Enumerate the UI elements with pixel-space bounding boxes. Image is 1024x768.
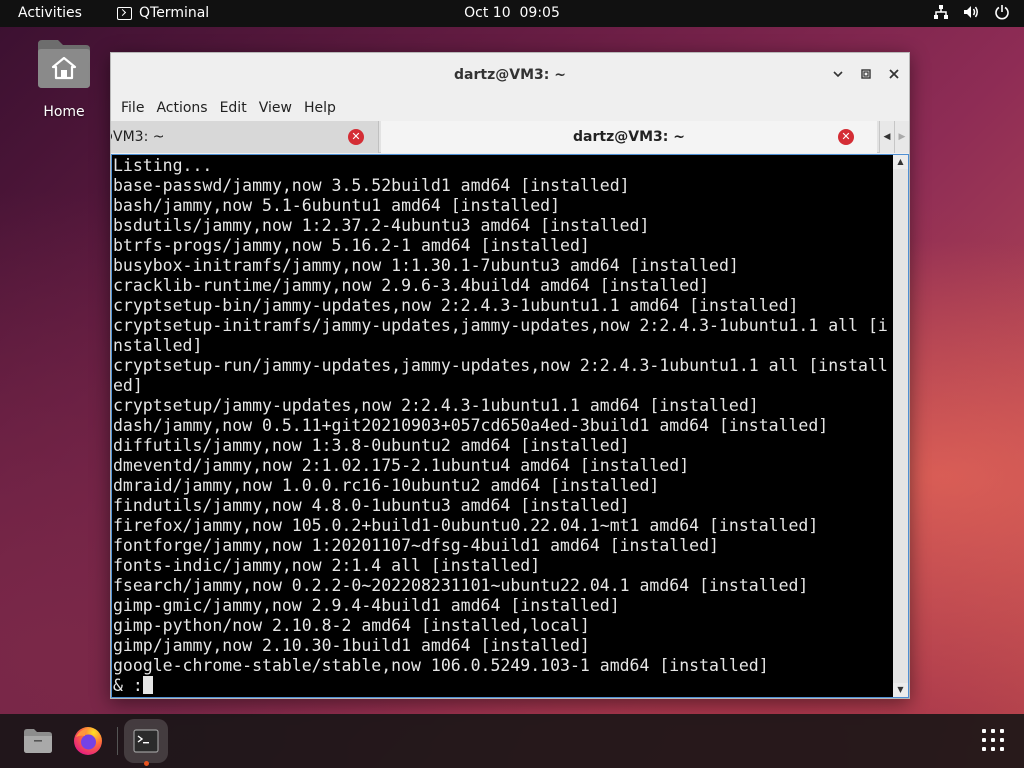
firefox-icon	[74, 727, 102, 755]
tab-inactive[interactable]: @VM3: ~ ✕	[111, 121, 379, 153]
system-tray[interactable]	[933, 4, 1010, 20]
dock-separator	[117, 727, 118, 755]
menu-edit[interactable]: Edit	[220, 97, 255, 121]
terminal-line: bsdutils/jammy,now 1:2.37.2-4ubuntu3 amd…	[113, 216, 650, 235]
tab-label: @VM3: ~	[111, 129, 165, 145]
dock-qterminal[interactable]	[124, 719, 168, 763]
terminal-line: cryptsetup-initramfs/jammy-updates,jammy…	[113, 316, 888, 335]
activities-button[interactable]: Activities	[18, 5, 82, 21]
menu-file[interactable]: File	[121, 97, 152, 121]
clock[interactable]: Oct 10 09:05	[464, 5, 560, 21]
desktop-home-folder[interactable]: Home	[30, 38, 98, 120]
terminal-line: dmraid/jammy,now 1.0.0.rc16-10ubuntu2 am…	[113, 476, 660, 495]
home-label: Home	[43, 104, 85, 120]
window-controls	[831, 67, 901, 81]
qterminal-window: dartz@VM3: ~ File Actions Edit View Help…	[110, 52, 910, 699]
terminal-area[interactable]: Listing... base-passwd/jammy,now 3.5.52bu…	[111, 154, 909, 698]
show-apps-icon[interactable]	[982, 729, 1004, 751]
terminal-line: diffutils/jammy,now 1:3.8-0ubuntu2 amd64…	[113, 436, 630, 455]
terminal-line: dash/jammy,now 0.5.11+git20210903+057cd6…	[113, 416, 829, 435]
menu-actions[interactable]: Actions	[156, 97, 215, 121]
terminal-icon	[117, 6, 132, 20]
menu-help[interactable]: Help	[304, 97, 344, 121]
dock	[0, 714, 1024, 768]
maximize-icon[interactable]	[859, 67, 873, 81]
terminal-line: btrfs-progs/jammy,now 5.16.2-1 amd64 [in…	[113, 236, 590, 255]
terminal-prompt: & :	[113, 676, 893, 696]
terminal-line: findutils/jammy,now 4.8.0-1ubuntu3 amd64…	[113, 496, 630, 515]
terminal-line: nstalled]	[113, 336, 203, 355]
title-bar[interactable]: dartz@VM3: ~	[111, 53, 909, 97]
tab-scroll-buttons: ◀ ▶	[879, 121, 909, 153]
terminal-line: Listing...	[113, 156, 213, 175]
home-folder-icon	[38, 40, 90, 88]
window-title: dartz@VM3: ~	[454, 67, 566, 83]
tab-scroll-left-icon[interactable]: ◀	[879, 121, 894, 153]
terminal-line: bash/jammy,now 5.1-6ubuntu1 amd64 [insta…	[113, 196, 561, 215]
terminal-line: cracklib-runtime/jammy,now 2.9.6-3.4buil…	[113, 276, 710, 295]
tab-scroll-right-icon[interactable]: ▶	[894, 121, 909, 153]
menu-view[interactable]: View	[259, 97, 300, 121]
scroll-down-icon[interactable]: ▼	[893, 683, 908, 697]
app-menu[interactable]: QTerminal	[117, 5, 209, 21]
terminal-line: google-chrome-stable/stable,now 106.0.52…	[113, 656, 769, 675]
terminal-line: fontforge/jammy,now 1:20201107~dfsg-4bui…	[113, 536, 719, 555]
terminal-line: gimp-python/now 2.10.8-2 amd64 [installe…	[113, 616, 590, 635]
scroll-up-icon[interactable]: ▲	[893, 155, 908, 169]
terminal-line: cryptsetup-bin/jammy-updates,now 2:2.4.3…	[113, 296, 799, 315]
terminal-line: base-passwd/jammy,now 3.5.52build1 amd64…	[113, 176, 630, 195]
minimize-icon[interactable]	[831, 67, 845, 81]
terminal-line: fsearch/jammy,now 0.2.2-0~202208231101~u…	[113, 576, 809, 595]
close-icon[interactable]	[887, 67, 901, 81]
power-icon	[995, 5, 1009, 20]
terminal-line: busybox-initramfs/jammy,now 1:1.30.1-7ub…	[113, 256, 739, 275]
tab-label: dartz@VM3: ~	[573, 129, 685, 145]
network-icon	[934, 5, 948, 19]
tab-active[interactable]: dartz@VM3: ~ ✕	[381, 121, 877, 153]
terminal-line: gimp-gmic/jammy,now 2.9.4-4build1 amd64 …	[113, 596, 620, 615]
tab-close-icon[interactable]: ✕	[348, 129, 364, 145]
tab-bar: @VM3: ~ ✕ dartz@VM3: ~ ✕ ◀ ▶	[111, 121, 909, 153]
terminal-line: cryptsetup-run/jammy-updates,jammy-updat…	[113, 356, 888, 375]
terminal-line: dmeventd/jammy,now 2:1.02.175-2.1ubuntu4…	[113, 456, 690, 475]
menu-bar: File Actions Edit View Help	[111, 97, 909, 121]
files-icon	[24, 729, 52, 753]
running-indicator	[144, 761, 149, 766]
terminal-output: Listing... base-passwd/jammy,now 3.5.52bu…	[113, 156, 893, 696]
terminal-line: ed]	[113, 376, 143, 395]
prompt-text: & :	[113, 676, 143, 695]
app-name: QTerminal	[139, 5, 210, 21]
volume-icon	[964, 6, 978, 18]
terminal-icon	[133, 729, 159, 753]
top-bar: Activities QTerminal Oct 10 09:05	[0, 0, 1024, 27]
terminal-line: fonts-indic/jammy,now 2:1.4 all [install…	[113, 556, 541, 575]
terminal-line: cryptsetup/jammy-updates,now 2:2.4.3-1ub…	[113, 396, 759, 415]
vertical-scrollbar[interactable]: ▲ ▼	[893, 155, 908, 697]
text-cursor	[142, 676, 153, 694]
tab-close-icon[interactable]: ✕	[838, 129, 854, 145]
dock-firefox[interactable]	[66, 719, 110, 763]
terminal-line: firefox/jammy,now 105.0.2+build1-0ubuntu…	[113, 516, 819, 535]
dock-files[interactable]	[16, 719, 60, 763]
terminal-line: gimp/jammy,now 2.10.30-1build1 amd64 [in…	[113, 636, 590, 655]
